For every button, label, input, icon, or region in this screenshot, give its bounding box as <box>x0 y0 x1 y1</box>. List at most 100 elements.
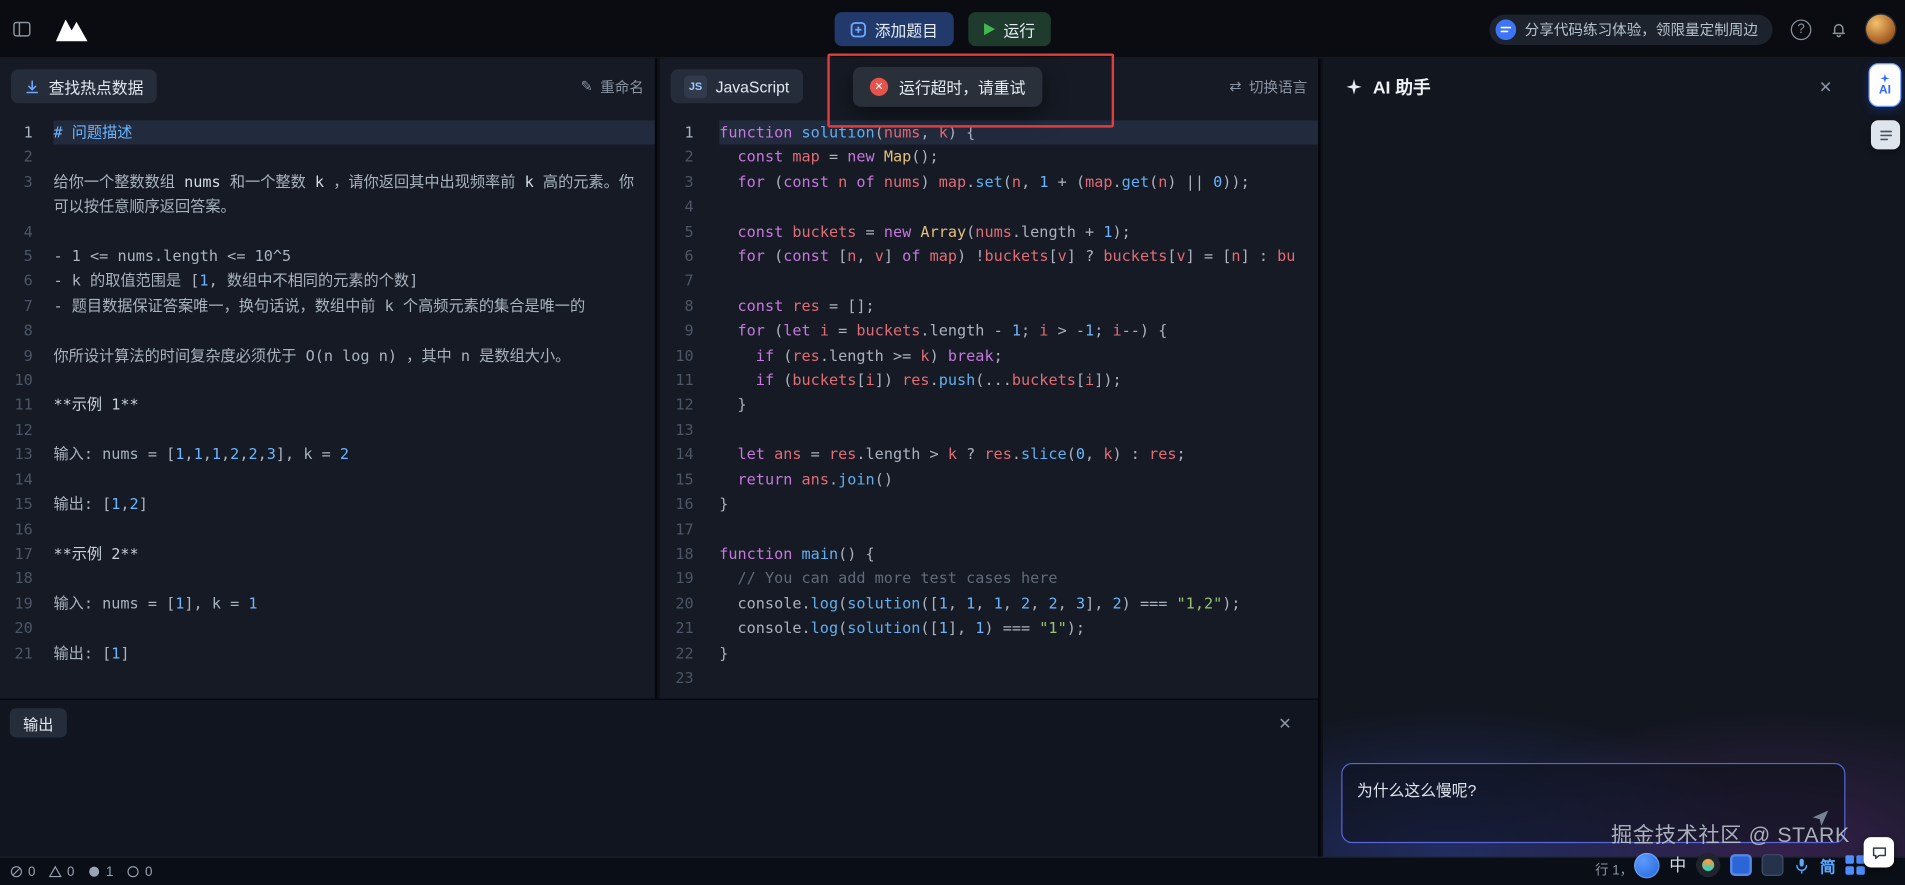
language-tab[interactable]: JS JavaScript <box>671 69 803 103</box>
editor-line[interactable]: 6 for (const [n, v] of map) !buckets[v] … <box>660 244 1318 269</box>
editor-line[interactable]: 12 } <box>660 393 1318 418</box>
editor-line[interactable]: 16 <box>0 517 655 542</box>
user-avatar[interactable] <box>1866 15 1895 44</box>
editor-line[interactable]: 15 return ans.join() <box>660 467 1318 492</box>
ai-chat-input[interactable]: 为什么这么慢呢? <box>1341 763 1845 843</box>
editor-line[interactable]: 10 <box>0 368 655 393</box>
ime-grid-icon[interactable] <box>1845 855 1864 874</box>
ime-voice-icon[interactable] <box>1634 852 1660 878</box>
chat-launcher-button[interactable] <box>1864 837 1894 867</box>
ime-keyboard-icon[interactable] <box>1730 854 1752 876</box>
editor-line[interactable]: 21输出: [1] <box>0 641 655 666</box>
editor-line[interactable]: 18 <box>0 567 655 592</box>
editor-line[interactable]: 8 <box>0 319 655 344</box>
problem-title-button[interactable]: 查找热点数据 <box>11 69 157 103</box>
ime-tool-icon[interactable] <box>1762 854 1784 876</box>
line-content: 给你一个整数数组 nums 和一个整数 k ，请你返回其中出现频率前 k 高的元… <box>53 170 654 220</box>
notifications-bell-icon[interactable] <box>1830 20 1848 38</box>
editor-line[interactable]: 21 console.log(solution([1], 1) === "1")… <box>660 616 1318 641</box>
editor-line[interactable]: 18function main() { <box>660 542 1318 567</box>
line-content: for (const n of nums) map.set(n, 1 + (ma… <box>719 170 1318 195</box>
add-problem-button[interactable]: 添加题目 <box>835 12 954 46</box>
extension-tool-button[interactable] <box>1871 120 1900 149</box>
sidebar-toggle-icon[interactable] <box>12 19 31 38</box>
editor-line[interactable]: 9 for (let i = buckets.length - 1; i > -… <box>660 319 1318 344</box>
line-number: 20 <box>0 616 53 641</box>
share-promo-pill[interactable]: 分享代码练习体验，领限量定制周边 <box>1489 14 1772 44</box>
line-content: for (let i = buckets.length - 1; i > -1;… <box>719 319 1318 344</box>
editor-line[interactable]: 5- 1 <= nums.length <= 10^5 <box>0 244 655 269</box>
code-editor[interactable]: 1function solution(nums, k) {2 const map… <box>660 120 1318 698</box>
editor-line[interactable]: 14 <box>0 467 655 492</box>
switch-language-button[interactable]: ⇄ 切换语言 <box>1229 76 1307 97</box>
line-number: 12 <box>0 418 53 443</box>
line-number: 15 <box>660 467 720 492</box>
editor-line[interactable]: 7- 题目数据保证答案唯一，换句话说，数组中前 k 个高频元素的集合是唯一的 <box>0 294 655 319</box>
editor-line[interactable]: 7 <box>660 269 1318 294</box>
editor-line[interactable]: 3给你一个整数数组 nums 和一个整数 k ，请你返回其中出现频率前 k 高的… <box>0 170 655 220</box>
line-content: if (res.length >= k) break; <box>719 343 1318 368</box>
editor-line[interactable]: 12 <box>0 418 655 443</box>
editor-line[interactable]: 5 const buckets = new Array(nums.length … <box>660 219 1318 244</box>
problem-markdown-editor[interactable]: 1# 问题描述23给你一个整数数组 nums 和一个整数 k ，请你返回其中出现… <box>0 120 655 698</box>
editor-line[interactable]: 2 <box>0 145 655 170</box>
tray-app-icon[interactable] <box>1696 853 1720 877</box>
editor-line[interactable]: 8 const res = []; <box>660 294 1318 319</box>
editor-line[interactable]: 2 const map = new Map(); <box>660 145 1318 170</box>
line-content: for (const [n, v] of map) !buckets[v] ? … <box>719 244 1318 269</box>
line-number: 9 <box>660 319 720 344</box>
editor-line[interactable]: 20 <box>0 616 655 641</box>
send-icon[interactable] <box>1810 808 1831 832</box>
editor-line[interactable]: 6- k 的取值范围是 [1, 数组中不相同的元素的个数] <box>0 269 655 294</box>
line-content: const res = []; <box>719 294 1318 319</box>
line-number: 7 <box>0 294 53 319</box>
line-number: 18 <box>660 542 720 567</box>
rename-label: 重命名 <box>600 76 644 97</box>
editor-line[interactable]: 13输入: nums = [1,1,1,2,2,3], k = 2 <box>0 443 655 468</box>
editor-line[interactable]: 16} <box>660 492 1318 517</box>
ime-chinese-mode[interactable]: 中 <box>1669 853 1686 877</box>
output-tab[interactable]: 输出 <box>10 708 67 737</box>
editor-line[interactable]: 19输入: nums = [1], k = 1 <box>0 591 655 616</box>
sparkle-icon <box>1345 77 1363 95</box>
extension-ai-label: AI <box>1879 85 1891 97</box>
editor-line[interactable]: 20 console.log(solution([1, 1, 1, 2, 2, … <box>660 591 1318 616</box>
status-notices[interactable]: 0 <box>127 864 153 879</box>
editor-line[interactable]: 4 <box>0 219 655 244</box>
line-content: return ans.join() <box>719 467 1318 492</box>
editor-line[interactable]: 4 <box>660 195 1318 220</box>
status-warnings[interactable]: 0 <box>49 864 75 879</box>
line-number: 16 <box>660 492 720 517</box>
line-number: 13 <box>660 418 720 443</box>
editor-line[interactable]: 1function solution(nums, k) { <box>660 120 1318 145</box>
ai-panel-close-icon[interactable]: ✕ <box>1819 78 1832 94</box>
editor-line[interactable]: 11 if (buckets[i]) res.push(...buckets[i… <box>660 368 1318 393</box>
run-button[interactable]: 运行 <box>968 12 1051 46</box>
system-tray-overlay: 中 简 <box>1634 849 1865 881</box>
status-info[interactable]: 1 <box>88 864 114 879</box>
status-errors[interactable]: 0 <box>10 864 36 879</box>
editor-line[interactable]: 1# 问题描述 <box>0 120 655 145</box>
output-close-icon[interactable]: ✕ <box>1278 715 1291 731</box>
editor-line[interactable]: 14 let ans = res.length > k ? res.slice(… <box>660 443 1318 468</box>
editor-line[interactable]: 22} <box>660 641 1318 666</box>
app-logo-icon[interactable] <box>53 16 89 43</box>
help-icon[interactable]: ? <box>1791 19 1812 40</box>
editor-line[interactable]: 17**示例 2** <box>0 542 655 567</box>
extension-ai-button[interactable]: AI <box>1869 63 1902 107</box>
microphone-icon[interactable] <box>1793 856 1810 874</box>
editor-line[interactable]: 3 for (const n of nums) map.set(n, 1 + (… <box>660 170 1318 195</box>
editor-line[interactable]: 11**示例 1** <box>0 393 655 418</box>
editor-line[interactable]: 13 <box>660 418 1318 443</box>
ime-simplified-mode[interactable]: 简 <box>1820 853 1836 876</box>
editor-line[interactable]: 10 if (res.length >= k) break; <box>660 343 1318 368</box>
line-number: 22 <box>660 641 720 666</box>
cursor-position[interactable]: 行 1， <box>1595 858 1633 885</box>
editor-line[interactable]: 19 // You can add more test cases here <box>660 567 1318 592</box>
editor-line[interactable]: 9你所设计算法的时间复杂度必须优于 O(n log n) ，其中 n 是数组大小… <box>0 343 655 368</box>
rename-button[interactable]: ✎ 重命名 <box>581 76 644 97</box>
editor-line[interactable]: 17 <box>660 517 1318 542</box>
editor-line[interactable]: 15输出: [1,2] <box>0 492 655 517</box>
js-badge-icon: JS <box>684 75 707 98</box>
editor-line[interactable]: 23 <box>660 666 1318 691</box>
